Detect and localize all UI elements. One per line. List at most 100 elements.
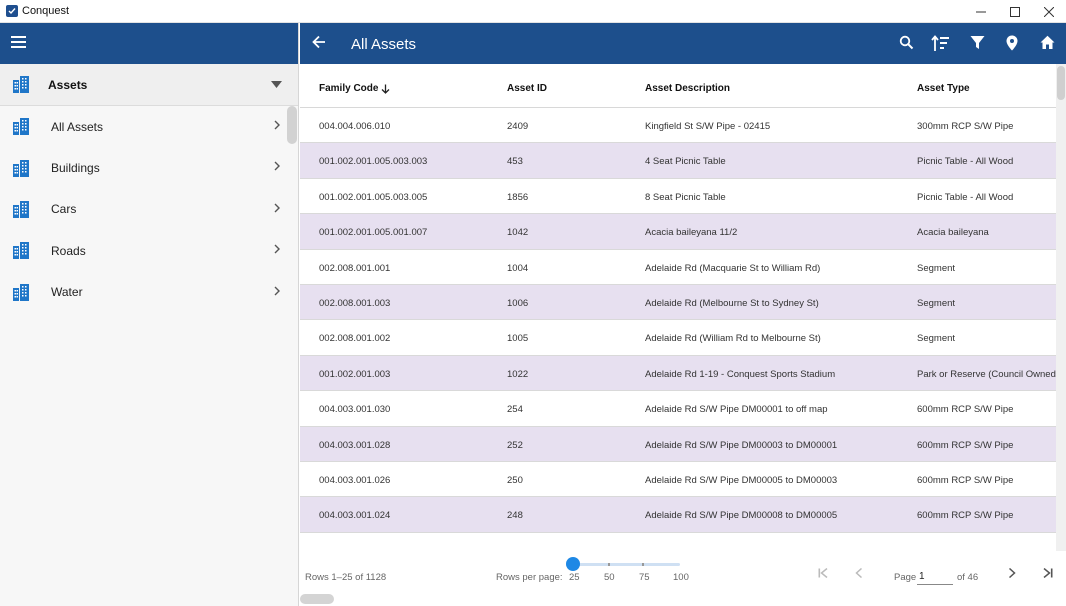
table-scrollbar-thumb[interactable] xyxy=(1057,66,1065,100)
cell-asset-description: Adelaide Rd (William Rd to Melbourne St) xyxy=(645,333,821,345)
sidebar-item-roads[interactable]: Roads xyxy=(0,230,298,271)
minimize-button[interactable] xyxy=(964,0,998,23)
cell-family-code: 001.002.001.005.001.007 xyxy=(319,227,428,239)
cell-asset-type: 600mm RCP S/W Pipe xyxy=(917,404,1014,416)
main-panel: All Assets Family Code Asset ID Asset De… xyxy=(300,23,1066,606)
table-row[interactable]: 004.003.001.026 250 Adelaide Rd S/W Pipe… xyxy=(300,462,1062,498)
cell-asset-type: 600mm RCP S/W Pipe xyxy=(917,510,1014,522)
table-row[interactable]: 004.004.006.010 2409 Kingfield St S/W Pi… xyxy=(300,108,1062,144)
cell-asset-description: Adelaide Rd (Macquarie St to William Rd) xyxy=(645,262,821,274)
table-row[interactable]: 002.008.001.001 1004 Adelaide Rd (Macqua… xyxy=(300,250,1062,285)
back-arrow-icon[interactable] xyxy=(312,35,326,54)
sidebar-item-buildings[interactable]: Buildings xyxy=(0,147,298,188)
cell-asset-description: Kingfield St S/W Pipe - 02415 xyxy=(645,121,771,132)
table-header: Family Code Asset ID Asset Description A… xyxy=(300,64,1056,108)
caret-down-icon xyxy=(271,81,282,88)
window-controls xyxy=(964,0,1066,23)
table-row[interactable]: 001.002.001.005.001.007 1042 Acacia bail… xyxy=(300,214,1062,250)
column-header-asset-description[interactable]: Asset Description xyxy=(645,83,730,94)
app-window: Conquest Assets All Assets Buildings Car… xyxy=(0,0,1066,606)
sidebar-scrollbar-thumb[interactable] xyxy=(287,106,297,144)
filter-icon[interactable] xyxy=(970,35,985,55)
cell-asset-type: Park or Reserve (Council Owned) xyxy=(917,368,1060,380)
window-title: Conquest xyxy=(22,5,70,17)
last-page-icon[interactable] xyxy=(1043,567,1053,581)
column-header-asset-type[interactable]: Asset Type xyxy=(917,83,970,94)
cell-asset-description: Adelaide Rd S/W Pipe DM00008 to DM00005 xyxy=(645,510,838,522)
sidebar-item-label: Buildings xyxy=(51,161,100,176)
cell-asset-description: 4 Seat Picnic Table xyxy=(645,156,726,168)
rows-info: Rows 1–25 of 1128 xyxy=(305,572,387,583)
rows-per-page-option[interactable]: 50 xyxy=(604,572,615,583)
column-header-family-code[interactable]: Family Code xyxy=(319,83,390,94)
slider-tick xyxy=(642,563,644,566)
chevron-right-icon xyxy=(274,203,280,213)
close-button[interactable] xyxy=(1032,0,1066,23)
table-row[interactable]: 002.008.001.002 1005 Adelaide Rd (Willia… xyxy=(300,320,1062,356)
cell-asset-id: 1022 xyxy=(507,368,529,380)
cell-family-code: 001.002.001.005.003.003 xyxy=(319,156,428,168)
rows-per-page-slider-track[interactable] xyxy=(572,563,680,566)
next-page-icon[interactable] xyxy=(1008,567,1016,581)
building-icon xyxy=(13,118,29,136)
cell-family-code: 004.003.001.024 xyxy=(319,510,391,522)
rows-per-page-slider-thumb[interactable] xyxy=(566,557,580,571)
cell-family-code: 002.008.001.001 xyxy=(319,262,391,274)
first-page-icon[interactable] xyxy=(818,567,828,581)
sort-down-arrow-icon xyxy=(382,84,390,94)
chevron-right-icon xyxy=(274,244,280,254)
table-scrollbar-track[interactable] xyxy=(1056,64,1066,551)
page-title: All Assets xyxy=(351,36,417,53)
cell-family-code: 004.004.006.010 xyxy=(319,121,391,132)
column-header-asset-id[interactable]: Asset ID xyxy=(507,83,547,94)
cell-asset-id: 1005 xyxy=(507,333,529,345)
sidebar-item-water[interactable]: Water xyxy=(0,272,298,313)
cell-family-code: 004.003.001.030 xyxy=(319,404,391,416)
map-pin-icon[interactable] xyxy=(1006,35,1018,56)
cell-asset-description: Adelaide Rd S/W Pipe DM00005 to DM00003 xyxy=(645,474,838,486)
table-row[interactable]: 001.002.001.005.003.005 1856 8 Seat Picn… xyxy=(300,179,1062,215)
column-header-label: Family Code xyxy=(319,83,379,94)
table-row[interactable]: 004.003.001.030 254 Adelaide Rd S/W Pipe… xyxy=(300,391,1062,427)
sort-icon[interactable] xyxy=(931,35,950,57)
cell-family-code: 004.003.001.028 xyxy=(319,439,391,451)
sidebar-header xyxy=(0,23,298,64)
table-row[interactable]: 001.002.001.005.003.003 453 4 Seat Picni… xyxy=(300,143,1062,179)
rows-per-page-option[interactable]: 75 xyxy=(639,572,650,583)
rows-per-page-label: Rows per page: xyxy=(496,572,563,583)
main-header: All Assets xyxy=(300,23,1066,64)
horizontal-scrollbar-thumb[interactable] xyxy=(300,594,334,604)
maximize-icon xyxy=(1010,6,1020,17)
rows-per-page-option[interactable]: 25 xyxy=(569,572,580,583)
sidebar-group-assets[interactable]: Assets xyxy=(0,64,298,106)
pager: Rows 1–25 of 1128 Rows per page: 25 50 7… xyxy=(300,551,1066,606)
rows-per-page-option[interactable]: 100 xyxy=(673,572,689,583)
chevron-right-icon xyxy=(274,161,280,171)
cell-family-code: 001.002.001.005.003.005 xyxy=(319,191,428,203)
sidebar-item-cars[interactable]: Cars xyxy=(0,189,298,230)
sidebar-item-all-assets[interactable]: All Assets xyxy=(0,106,298,147)
cell-asset-id: 453 xyxy=(507,156,523,168)
app-logo-icon xyxy=(6,5,18,17)
table-row[interactable]: 004.003.001.028 252 Adelaide Rd S/W Pipe… xyxy=(300,426,1062,462)
page-number-input[interactable] xyxy=(917,568,953,585)
table-row[interactable]: 002.008.001.003 1006 Adelaide Rd (Melbou… xyxy=(300,284,1062,321)
slider-tick xyxy=(608,563,610,566)
cell-family-code: 002.008.001.003 xyxy=(319,297,391,309)
table-body: 004.004.006.010 2409 Kingfield St S/W Pi… xyxy=(300,108,1062,551)
cell-asset-type: Picnic Table - All Wood xyxy=(917,191,1014,203)
search-icon[interactable] xyxy=(899,35,914,55)
hamburger-icon[interactable] xyxy=(11,35,26,53)
table-row[interactable]: 004.003.001.024 248 Adelaide Rd S/W Pipe… xyxy=(300,497,1062,533)
previous-page-icon[interactable] xyxy=(855,567,863,581)
table-row[interactable]: 001.002.001.003 1022 Adelaide Rd 1-19 - … xyxy=(300,355,1062,392)
building-icon xyxy=(13,76,29,93)
cell-asset-description: Adelaide Rd S/W Pipe DM00001 to off map xyxy=(645,404,828,416)
chevron-right-icon xyxy=(274,120,280,130)
maximize-button[interactable] xyxy=(998,0,1032,23)
home-icon[interactable] xyxy=(1040,35,1055,55)
cell-asset-type: 300mm RCP S/W Pipe xyxy=(917,121,1014,132)
cell-asset-description: Adelaide Rd 1-19 - Conquest Sports Stadi… xyxy=(645,368,836,380)
minimize-icon xyxy=(976,11,986,12)
cell-family-code: 002.008.001.002 xyxy=(319,333,391,345)
